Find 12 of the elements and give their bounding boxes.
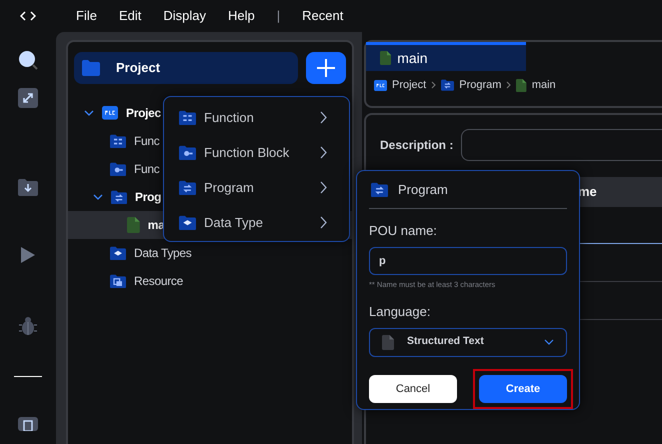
field-label: Language: bbox=[369, 303, 432, 322]
project-title: Project bbox=[116, 59, 160, 78]
tree-item-label: Data Types bbox=[134, 245, 192, 262]
tree-item-label: Resource bbox=[134, 273, 183, 290]
tree-item-label: Prog bbox=[135, 189, 162, 206]
field-label: POU name: bbox=[369, 222, 438, 240]
tree-item-label: Func bbox=[134, 161, 160, 178]
tree-item-label: Projec bbox=[126, 105, 161, 122]
tree-item-label: Func bbox=[134, 133, 160, 150]
description-label: Description : bbox=[380, 137, 454, 154]
menu-separator: | bbox=[276, 7, 280, 26]
dialog-title: Program bbox=[398, 180, 448, 199]
